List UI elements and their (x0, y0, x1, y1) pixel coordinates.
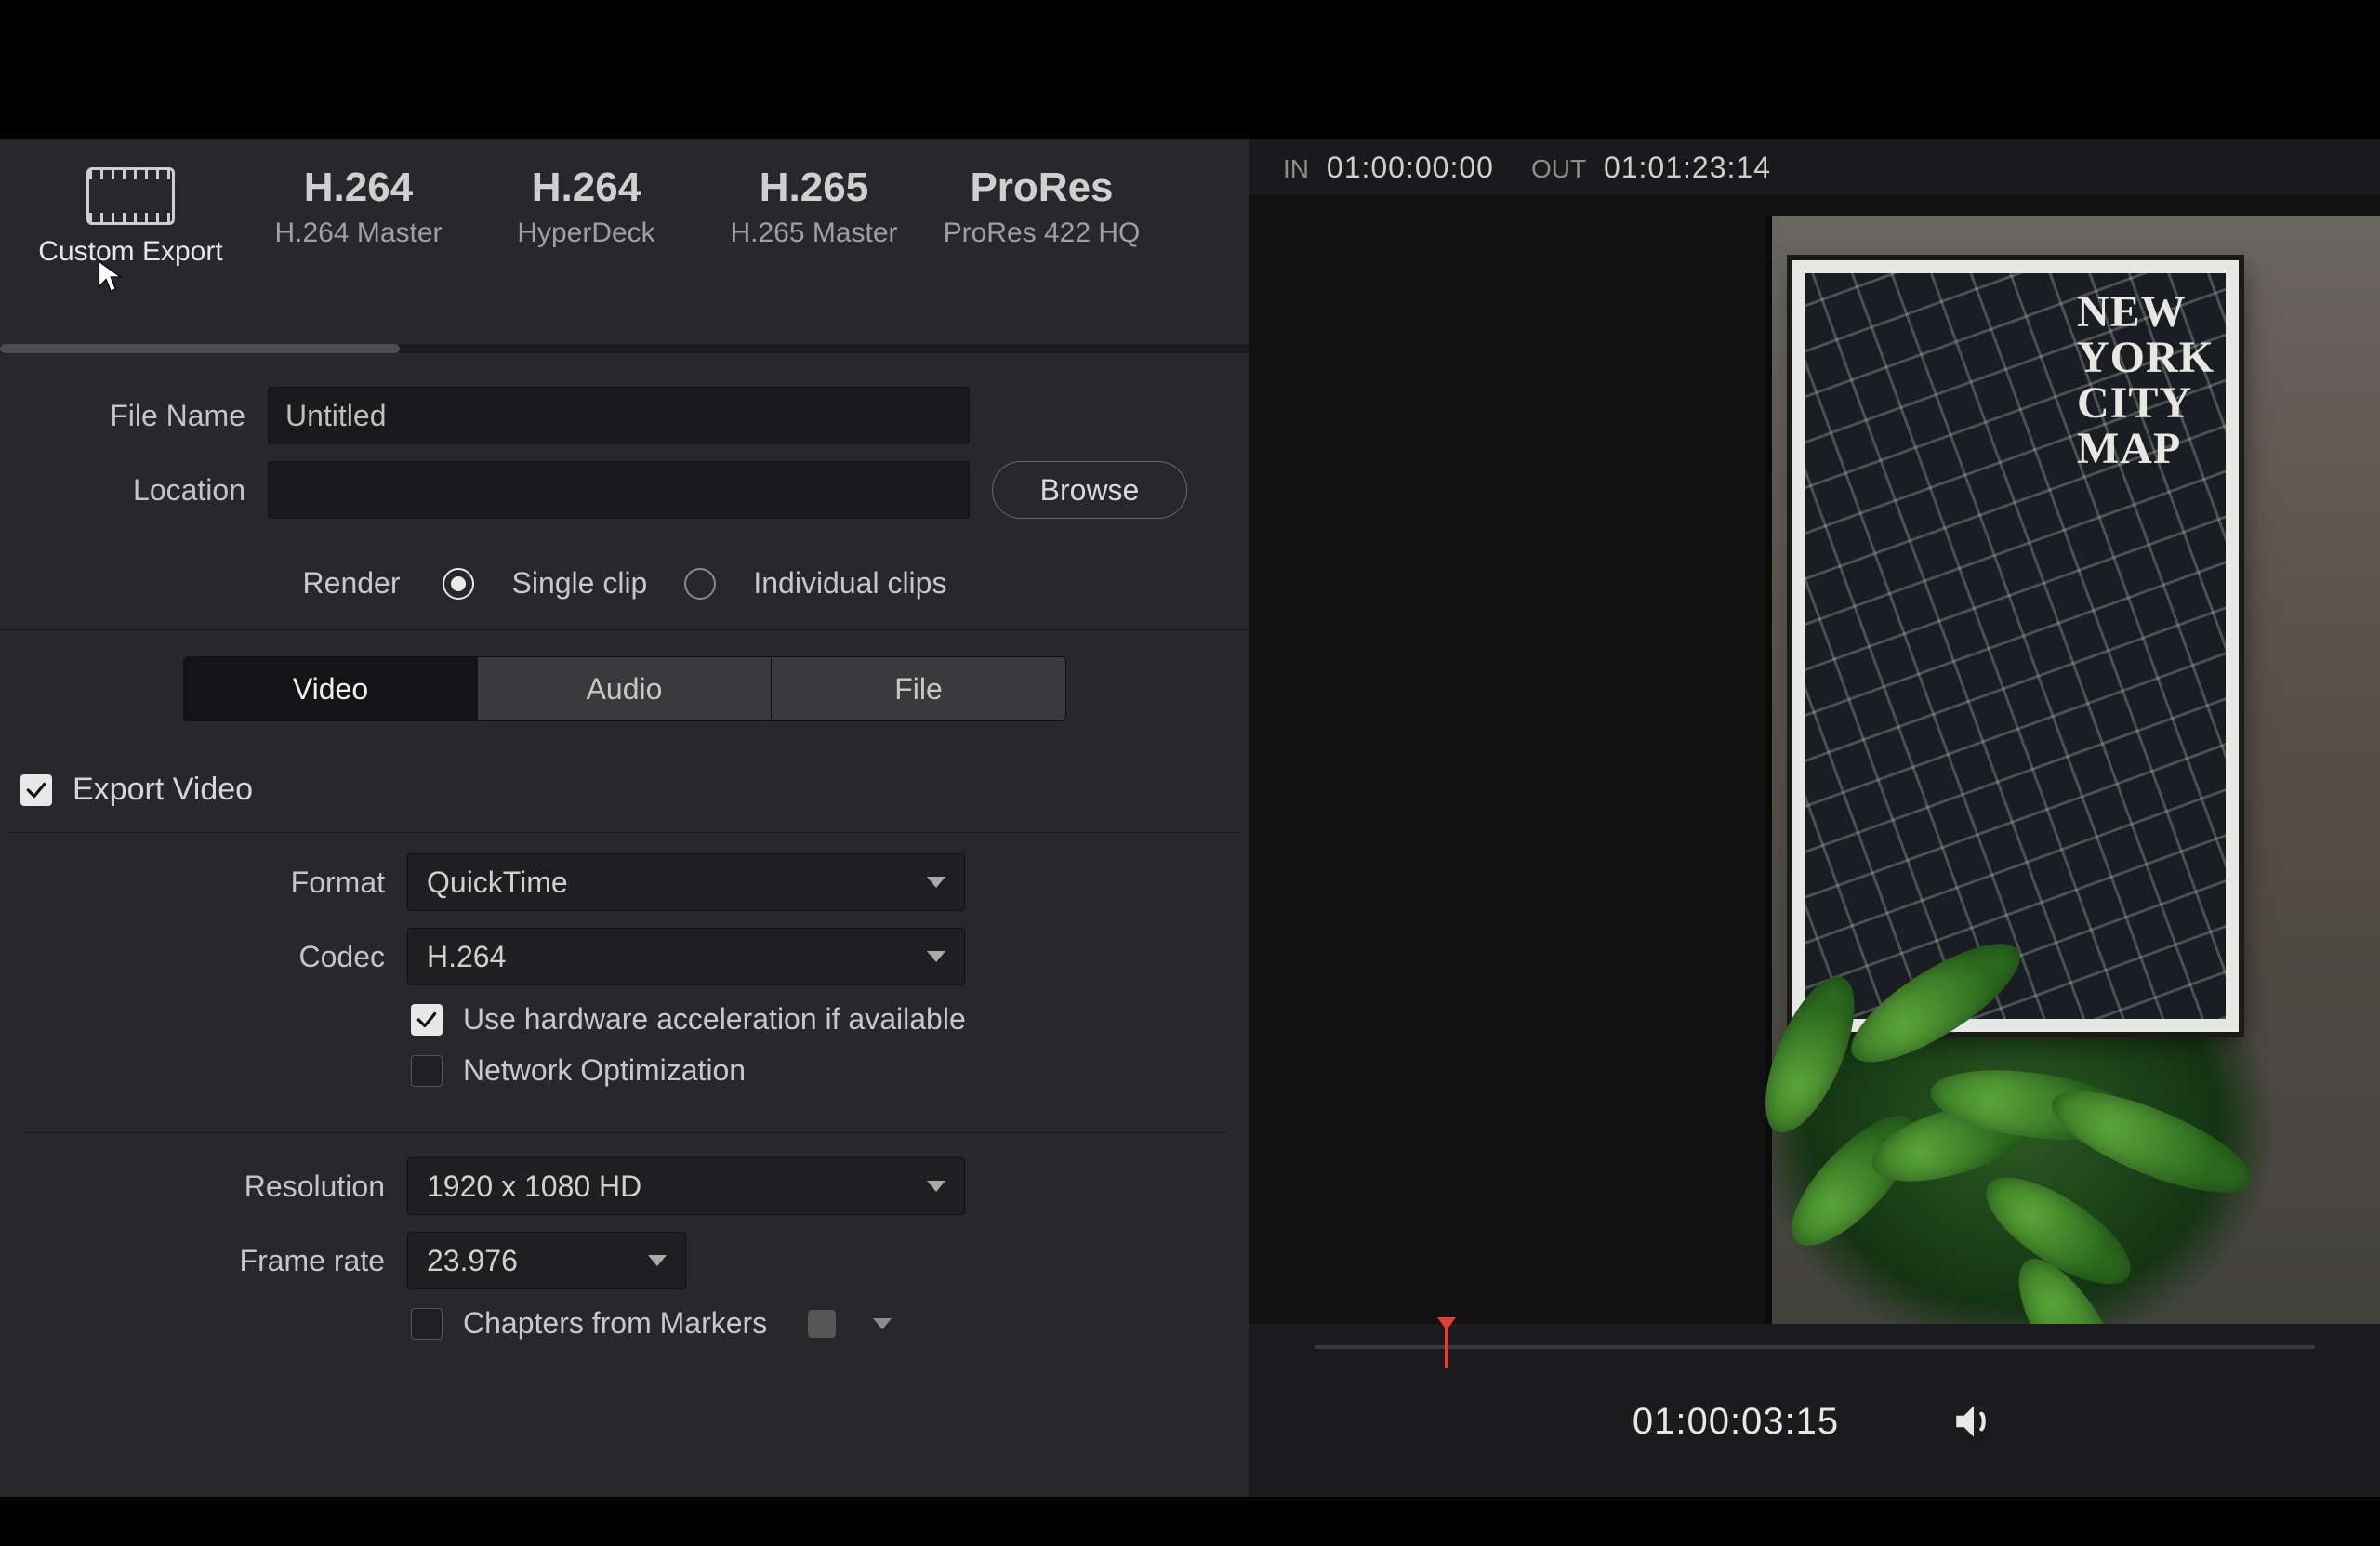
preset-hyperdeck[interactable]: H.264 HyperDeck (472, 156, 700, 249)
codec-value: H.264 (427, 940, 506, 974)
format-value: QuickTime (427, 865, 568, 900)
radio-individual-clips-label: Individual clips (753, 566, 946, 601)
video-viewer[interactable]: NEW YORK CITY MAP (1250, 195, 2380, 1324)
preset-label: H.265 Master (730, 218, 897, 249)
format-label: Format (22, 865, 385, 900)
preview-frame-image: NEW YORK CITY MAP (1766, 216, 2380, 1324)
playhead-track[interactable] (1250, 1324, 2380, 1370)
preset-title: H.264 (532, 167, 641, 208)
chevron-down-icon (927, 877, 945, 888)
poster-line-1: NEW (2077, 287, 2187, 337)
resolution-value: 1920 x 1080 HD (427, 1169, 641, 1204)
preset-custom-export[interactable]: Custom Export (17, 156, 245, 268)
tab-audio[interactable]: Audio (478, 657, 772, 720)
tab-video-label: Video (293, 672, 368, 707)
frame-rate-label: Frame rate (22, 1244, 385, 1278)
playhead[interactable] (1445, 1327, 1448, 1368)
browse-button[interactable]: Browse (992, 461, 1187, 519)
tab-audio-label: Audio (587, 672, 663, 707)
in-label: IN (1283, 154, 1309, 183)
network-opt-label: Network Optimization (463, 1053, 746, 1088)
render-mode-row: Render Single clip Individual clips (0, 537, 1250, 630)
file-name-value: Untitled (285, 399, 387, 433)
resolution-select[interactable]: 1920 x 1080 HD (407, 1157, 965, 1215)
frame-rate-select[interactable]: 23.976 (407, 1232, 686, 1289)
viewer-panel: IN 01:00:00:00 OUT 01:01:23:14 NEW (1250, 139, 2380, 1497)
plant-graphic (1744, 943, 2228, 1324)
codec-label: Codec (22, 940, 385, 974)
preset-prores-422hq[interactable]: ProRes ProRes 422 HQ (928, 156, 1156, 249)
timeline-track[interactable] (1315, 1345, 2315, 1349)
hw-accel-label: Use hardware acceleration if available (463, 1002, 966, 1037)
marker-color-swatch[interactable] (808, 1310, 836, 1338)
radio-single-clip-label: Single clip (511, 566, 647, 601)
poster-line-3: CITY (2077, 378, 2192, 428)
preset-title: H.264 (304, 167, 413, 208)
out-timecode: 01:01:23:14 (1604, 151, 1771, 184)
export-video-checkbox[interactable] (20, 774, 52, 806)
poster-line-2: YORK (2077, 333, 2215, 382)
check-icon (24, 778, 48, 802)
check-icon (415, 1008, 439, 1032)
chevron-down-icon (927, 1181, 945, 1192)
preset-scrollbar[interactable] (0, 344, 1250, 353)
chevron-down-icon[interactable] (873, 1318, 892, 1329)
export-preset-strip: Custom Export H.264 H.264 Master H.264 H… (0, 139, 1250, 344)
browse-label: Browse (1040, 473, 1140, 508)
speaker-icon (1950, 1398, 1997, 1445)
location-input[interactable] (268, 461, 970, 519)
preset-scrollbar-thumb[interactable] (0, 344, 400, 353)
frame-rate-value: 23.976 (427, 1244, 518, 1278)
out-label: OUT (1531, 154, 1586, 183)
settings-tabs: Video Audio File (183, 656, 1066, 721)
codec-select[interactable]: H.264 (407, 928, 965, 985)
preset-title: H.265 (760, 167, 868, 208)
poster-text: NEW YORK CITY MAP (2077, 290, 2215, 472)
deliver-settings-panel: Custom Export H.264 H.264 Master H.264 H… (0, 139, 1250, 1497)
preset-title: ProRes (970, 167, 1113, 208)
export-video-label: Export Video (73, 772, 253, 808)
chapters-from-markers-checkbox[interactable] (411, 1308, 443, 1340)
in-timecode: 01:00:00:00 (1327, 151, 1494, 184)
transport-bar: 01:00:03:15 (1250, 1370, 2380, 1473)
preset-h264-master[interactable]: H.264 H.264 Master (245, 156, 472, 249)
hw-accel-checkbox[interactable] (411, 1004, 443, 1036)
film-strip-icon (86, 167, 175, 225)
radio-single-clip[interactable] (443, 568, 474, 600)
poster-line-4: MAP (2077, 424, 2181, 473)
location-label: Location (22, 473, 245, 508)
tab-file[interactable]: File (772, 657, 1065, 720)
poster-frame: NEW YORK CITY MAP (1792, 260, 2239, 1032)
preset-label: ProRes 422 HQ (944, 218, 1141, 249)
current-timecode: 01:00:03:15 (1633, 1401, 1839, 1443)
in-out-bar: IN 01:00:00:00 OUT 01:01:23:14 (1250, 139, 2380, 195)
resolution-label: Resolution (22, 1169, 385, 1204)
file-name-label: File Name (22, 399, 245, 433)
preset-label: HyperDeck (517, 218, 654, 249)
chapters-label: Chapters from Markers (463, 1306, 767, 1341)
network-opt-checkbox[interactable] (411, 1055, 443, 1087)
format-select[interactable]: QuickTime (407, 853, 965, 911)
render-label: Render (303, 566, 401, 601)
tab-file-label: File (894, 672, 943, 707)
preset-label: Custom Export (38, 236, 222, 268)
chevron-down-icon (927, 951, 945, 962)
radio-individual-clips[interactable] (684, 568, 716, 600)
file-name-input[interactable]: Untitled (268, 387, 970, 444)
audio-toggle[interactable] (1950, 1398, 1997, 1445)
tab-video[interactable]: Video (184, 657, 478, 720)
preset-label: H.264 Master (274, 218, 442, 249)
chevron-down-icon (648, 1255, 667, 1266)
preset-h265-master[interactable]: H.265 H.265 Master (700, 156, 928, 249)
